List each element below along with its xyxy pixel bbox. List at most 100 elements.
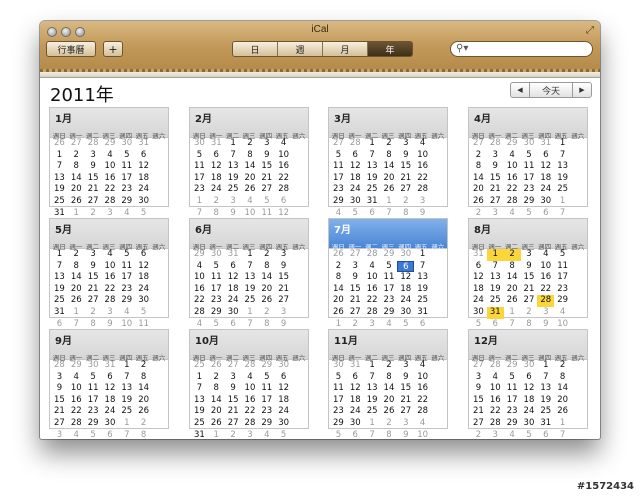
other-month-day[interactable]: 5 xyxy=(275,430,292,439)
day-cell[interactable]: 7 xyxy=(414,261,431,273)
day-cell[interactable]: 22 xyxy=(364,295,381,307)
other-month-day[interactable]: 2 xyxy=(208,196,225,208)
day-cell[interactable]: 3 xyxy=(225,372,242,384)
day-cell[interactable]: 9 xyxy=(487,161,504,173)
day-cell[interactable]: 14 xyxy=(242,161,259,173)
day-cell[interactable]: 15 xyxy=(258,161,275,173)
day-cell[interactable]: 19 xyxy=(51,184,68,196)
day-cell[interactable]: 12 xyxy=(347,161,364,173)
other-month-day[interactable]: 30 xyxy=(208,249,225,261)
day-cell[interactable]: 8 xyxy=(554,372,571,384)
day-cell[interactable]: 12 xyxy=(225,272,242,284)
day-cell[interactable]: 21 xyxy=(397,395,414,407)
day-cell[interactable]: 11 xyxy=(381,272,398,284)
day-cell[interactable]: 7 xyxy=(118,372,135,384)
day-cell[interactable]: 2 xyxy=(68,150,85,162)
day-cell[interactable]: 31 xyxy=(191,430,208,439)
day-cell[interactable]: 28 xyxy=(364,307,381,319)
day-cell[interactable]: 7 xyxy=(364,372,381,384)
other-month-day[interactable]: 5 xyxy=(258,196,275,208)
day-cell[interactable]: 31 xyxy=(537,418,554,430)
day-cell[interactable]: 15 xyxy=(85,173,102,185)
day-cell[interactable]: 10 xyxy=(487,383,504,395)
other-month-day[interactable]: 30 xyxy=(275,360,292,372)
day-cell[interactable]: 20 xyxy=(381,395,398,407)
other-month-day[interactable]: 1 xyxy=(118,418,135,430)
other-month-day[interactable]: 1 xyxy=(68,307,85,319)
day-cell[interactable]: 27 xyxy=(258,184,275,196)
day-cell[interactable]: 9 xyxy=(347,272,364,284)
day-cell[interactable]: 13 xyxy=(364,161,381,173)
day-cell[interactable]: 25 xyxy=(51,196,68,208)
other-month-day[interactable]: 7 xyxy=(118,430,135,439)
other-month-day[interactable]: 29 xyxy=(191,249,208,261)
day-cell[interactable]: 20 xyxy=(470,184,487,196)
day-cell[interactable]: 18 xyxy=(537,173,554,185)
day-cell[interactable]: 7 xyxy=(225,150,242,162)
day-cell[interactable]: 25 xyxy=(364,184,381,196)
day-cell[interactable]: 4 xyxy=(537,249,554,261)
day-cell[interactable]: 5 xyxy=(330,150,347,162)
day-cell[interactable]: 8 xyxy=(135,372,152,384)
day-cell[interactable]: 19 xyxy=(118,395,135,407)
day-cell[interactable]: 27 xyxy=(470,418,487,430)
add-event-button[interactable]: + xyxy=(103,41,123,57)
other-month-day[interactable]: 28 xyxy=(364,249,381,261)
other-month-day[interactable]: 28 xyxy=(242,360,259,372)
day-cell[interactable]: 14 xyxy=(68,272,85,284)
day-cell[interactable]: 6 xyxy=(470,261,487,273)
month-3[interactable]: 3月 週日 週一 週二 週三 週四 週五 週六 27 28 1 2 3 4 5 6 7 8 9 10 11 12 13 14 1… xyxy=(328,107,448,218)
day-cell[interactable]: 17 xyxy=(554,272,571,284)
other-month-day[interactable]: 28 xyxy=(487,138,504,150)
day-cell[interactable]: 5 xyxy=(330,372,347,384)
day-cell[interactable]: 31 xyxy=(364,196,381,208)
other-month-day[interactable]: 27 xyxy=(225,360,242,372)
day-cell[interactable]: 9 xyxy=(225,383,242,395)
day-cell[interactable]: 1 xyxy=(191,372,208,384)
day-cell[interactable]: 3 xyxy=(51,372,68,384)
day-cell[interactable]: 23 xyxy=(554,284,571,296)
day-cell[interactable]: 21 xyxy=(275,284,292,296)
other-month-day[interactable]: 3 xyxy=(537,307,554,319)
day-cell[interactable]: 16 xyxy=(414,383,431,395)
day-cell[interactable]: 22 xyxy=(504,184,521,196)
other-month-day[interactable]: 1 xyxy=(554,196,571,208)
day-cell[interactable]: 24 xyxy=(470,295,487,307)
day-cell[interactable]: 22 xyxy=(414,173,431,185)
day-cell[interactable]: 17 xyxy=(118,272,135,284)
day-cell[interactable]: 25 xyxy=(364,406,381,418)
other-month-day[interactable]: 2 xyxy=(135,418,152,430)
day-cell[interactable]: 26 xyxy=(504,295,521,307)
day-cell[interactable]: 2 xyxy=(381,138,398,150)
day-cell[interactable]: 1 xyxy=(118,360,135,372)
day-cell[interactable]: 21 xyxy=(521,284,538,296)
day-cell[interactable]: 4 xyxy=(68,372,85,384)
day-cell[interactable]: 22 xyxy=(102,184,119,196)
other-month-day[interactable]: 1 xyxy=(242,307,259,319)
day-cell[interactable]: 5 xyxy=(118,150,135,162)
day-cell[interactable]: 11 xyxy=(330,161,347,173)
other-month-day[interactable]: 28 xyxy=(85,138,102,150)
day-cell[interactable]: 31 xyxy=(486,306,504,319)
day-cell[interactable]: 26 xyxy=(258,295,275,307)
day-cell[interactable]: 12 xyxy=(275,383,292,395)
day-cell[interactable]: 13 xyxy=(364,383,381,395)
other-month-day[interactable]: 5 xyxy=(85,430,102,439)
day-cell[interactable]: 30 xyxy=(135,196,152,208)
day-cell[interactable]: 19 xyxy=(537,395,554,407)
day-cell[interactable]: 12 xyxy=(208,161,225,173)
day-cell[interactable]: 14 xyxy=(470,173,487,185)
day-cell[interactable]: 3 xyxy=(85,150,102,162)
month-8[interactable]: 8月 週日 週一 週二 週三 週四 週五 週六 31 1 2 3 4 5 6 7 8 9 10 11 12 13 14 15 1… xyxy=(468,218,588,329)
day-cell[interactable]: 9 xyxy=(258,150,275,162)
day-cell[interactable]: 10 xyxy=(242,383,259,395)
day-cell[interactable]: 17 xyxy=(85,395,102,407)
day-cell[interactable]: 4 xyxy=(102,249,119,261)
day-cell[interactable]: 20 xyxy=(68,284,85,296)
other-month-day[interactable]: 29 xyxy=(102,138,119,150)
day-cell[interactable]: 23 xyxy=(85,406,102,418)
day-cell[interactable]: 20 xyxy=(242,173,259,185)
other-month-day[interactable]: 1 xyxy=(504,307,521,319)
day-cell[interactable]: 27 xyxy=(51,418,68,430)
day-cell[interactable]: 4 xyxy=(242,372,259,384)
